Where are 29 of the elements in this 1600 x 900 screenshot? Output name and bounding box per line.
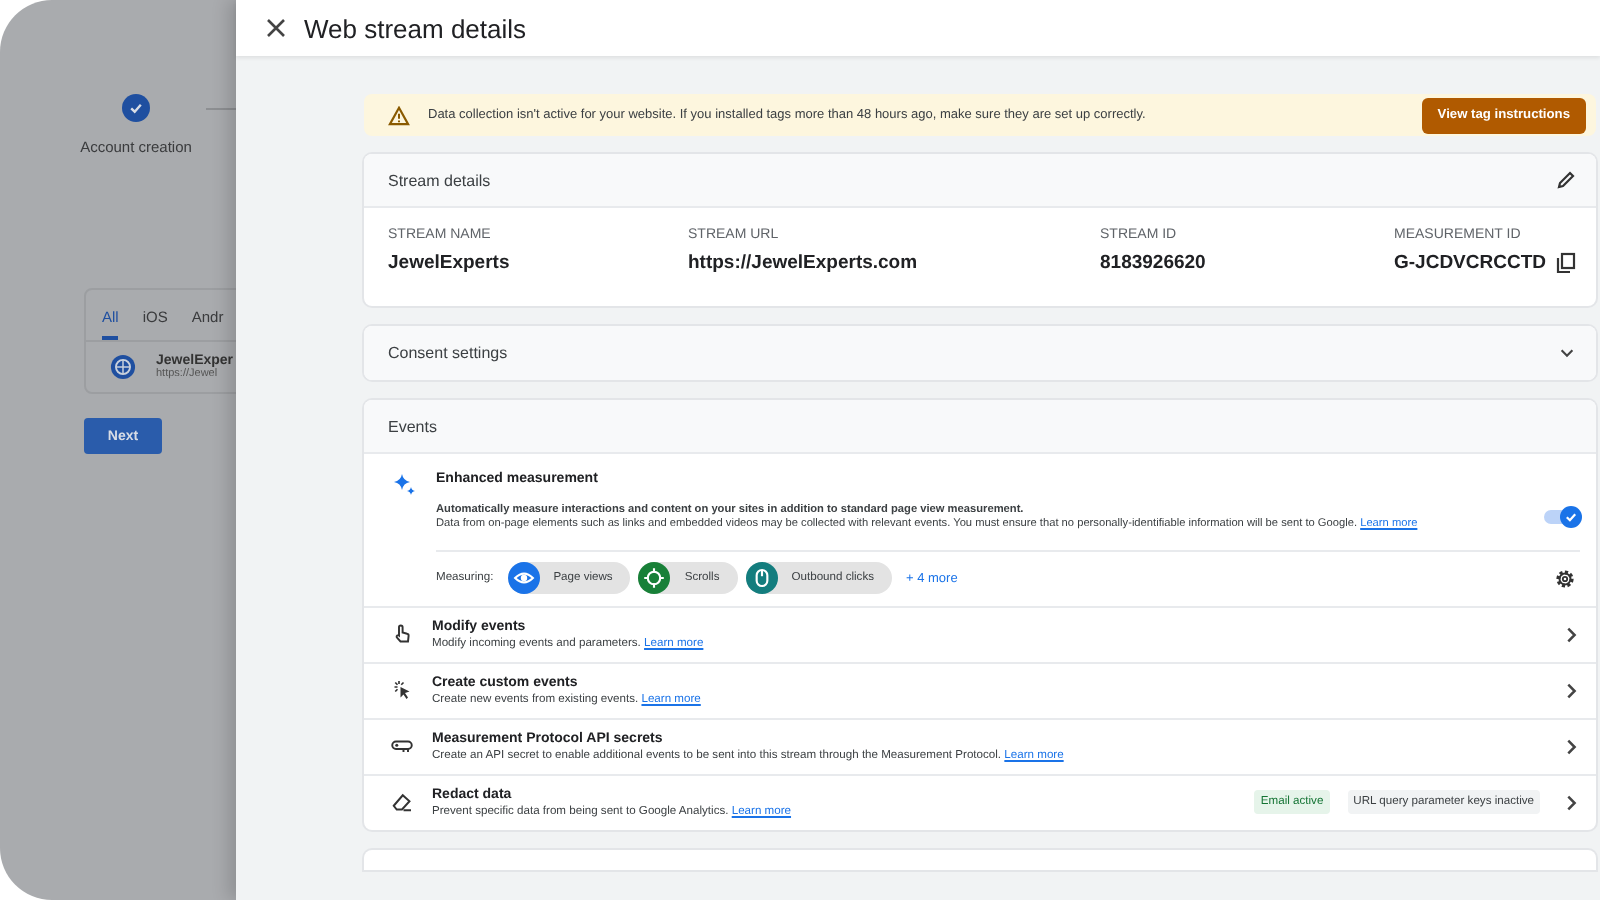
eraser-icon [390, 790, 414, 815]
toggle-switch[interactable] [1544, 506, 1580, 528]
globe-icon [110, 354, 136, 380]
panel-title: Web stream details [304, 13, 527, 43]
chevron-right-icon[interactable] [1562, 793, 1580, 812]
warning-icon [388, 105, 410, 125]
close-icon[interactable] [266, 18, 286, 38]
card-title: Consent settings [388, 344, 508, 362]
crosshair-icon [638, 562, 671, 595]
card-title: Stream details [388, 171, 491, 189]
chevron-right-icon[interactable] [1562, 737, 1580, 756]
field-value: G-JCDVCRCCTD [1394, 252, 1546, 274]
field-value: 8183926620 [1100, 252, 1206, 274]
card-title: Events [388, 417, 437, 435]
sparkle-icon [392, 472, 416, 496]
cursor-click-icon [390, 678, 414, 703]
mouse-icon [745, 562, 778, 595]
field-value: JewelExperts [388, 252, 510, 274]
pencil-icon[interactable] [1556, 170, 1576, 190]
chevron-down-icon[interactable] [1558, 344, 1576, 362]
eye-icon [507, 562, 540, 595]
consent-settings-card[interactable]: Consent settings [364, 326, 1596, 380]
chevron-right-icon[interactable] [1562, 625, 1580, 644]
field-value: https://JewelExperts.com [688, 252, 918, 274]
check-icon [1564, 510, 1578, 524]
chevron-right-icon[interactable] [1562, 681, 1580, 700]
settings-icon[interactable] [1554, 567, 1576, 590]
copy-icon[interactable] [1556, 252, 1576, 274]
hand-pointer-icon [390, 622, 414, 647]
